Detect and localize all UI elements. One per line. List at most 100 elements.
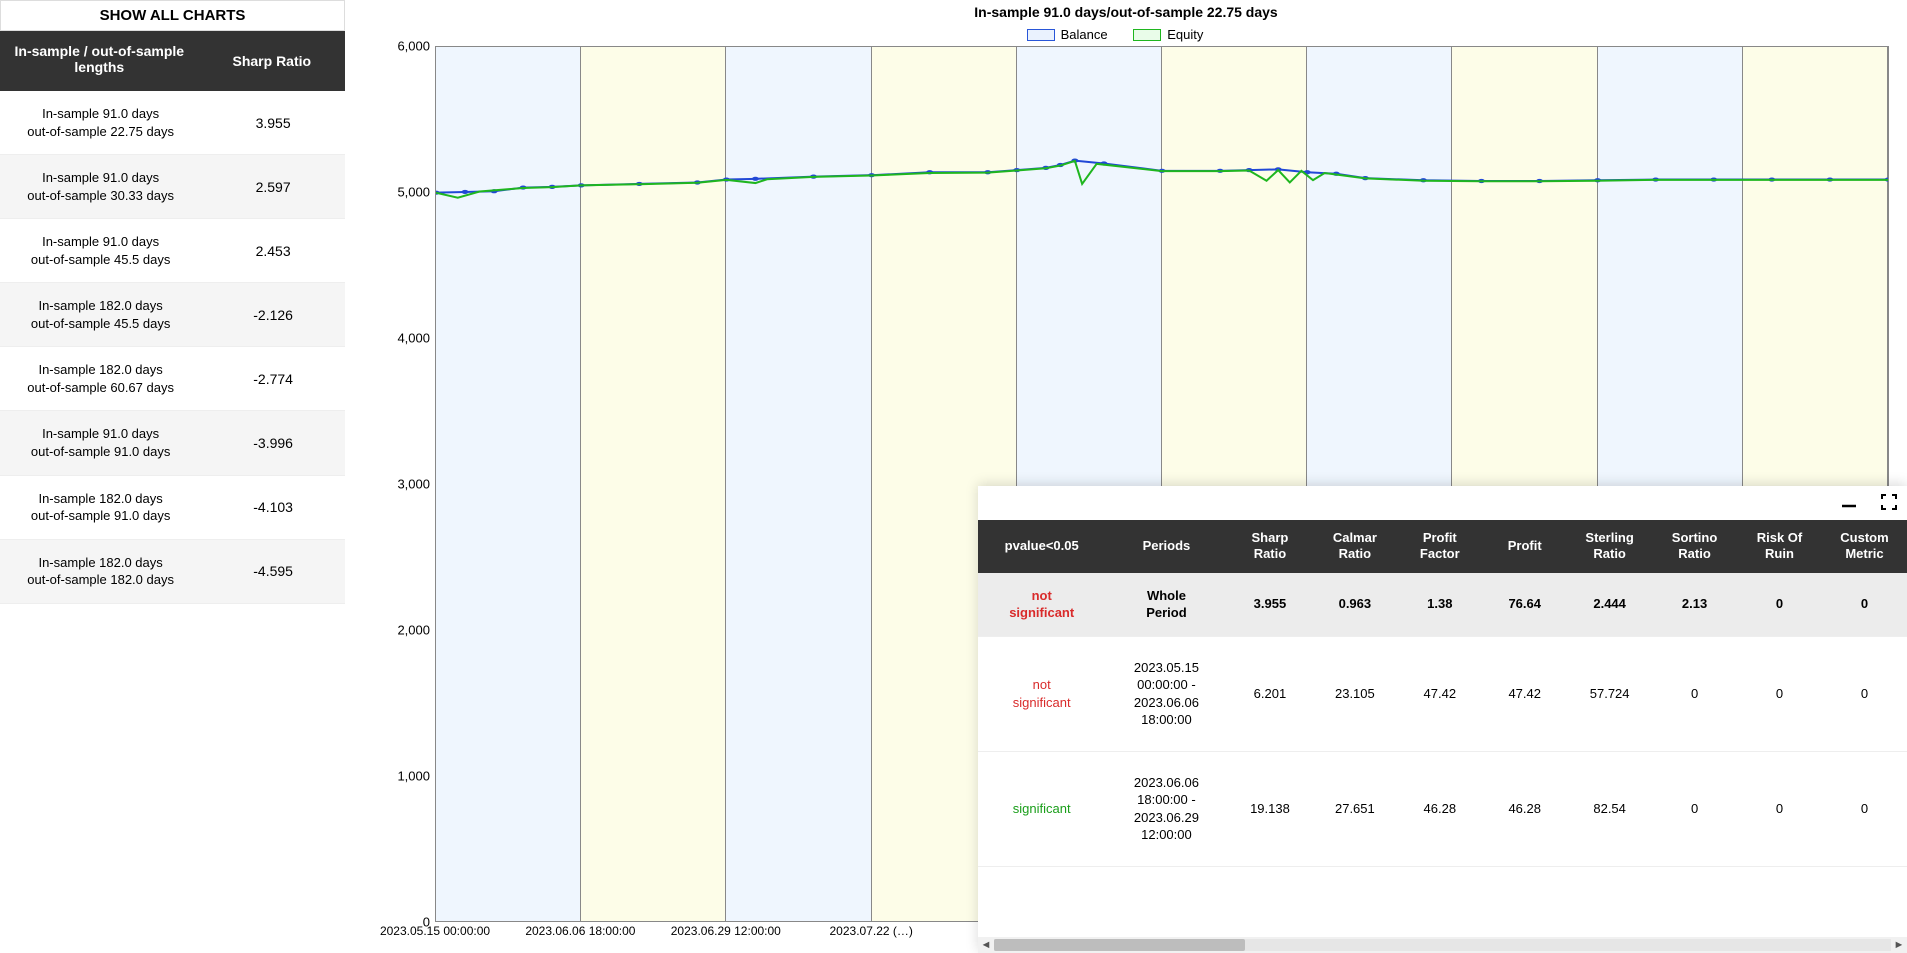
sidebar-row[interactable]: In-sample 182.0 daysout-of-sample 45.5 d… xyxy=(0,283,345,347)
metrics-header-row: pvalue<0.05PeriodsSharp RatioCalmar Rati… xyxy=(978,520,1907,573)
metrics-value: 76.64 xyxy=(1482,573,1567,637)
legend-label-balance: Balance xyxy=(1061,27,1108,42)
minimize-icon[interactable] xyxy=(1839,492,1859,512)
y-tick-label: 3,000 xyxy=(397,477,430,492)
metrics-value: 2.13 xyxy=(1652,573,1737,637)
metrics-header-cell: Periods xyxy=(1105,520,1227,573)
sidebar-row-sharp: 2.597 xyxy=(201,179,345,195)
sidebar-row[interactable]: In-sample 91.0 daysout-of-sample 45.5 da… xyxy=(0,219,345,283)
metrics-row[interactable]: notsignificant2023.05.15 00:00:00 -2023.… xyxy=(978,636,1907,751)
sidebar-row-sharp: -3.996 xyxy=(201,435,345,451)
sidebar-rows: In-sample 91.0 daysout-of-sample 22.75 d… xyxy=(0,91,345,604)
expand-icon[interactable] xyxy=(1879,492,1899,512)
x-tick-label: 2023.05.15 00:00:00 xyxy=(380,924,490,938)
metrics-value: 47.42 xyxy=(1397,636,1482,751)
series-equity xyxy=(436,161,1888,198)
metrics-header-cell: Sortino Ratio xyxy=(1652,520,1737,573)
metrics-pvalue: significant xyxy=(978,751,1105,866)
metrics-header-cell: Profit Factor xyxy=(1397,520,1482,573)
metrics-value: 47.42 xyxy=(1482,636,1567,751)
metrics-row[interactable]: significant2023.06.06 18:00:00 -2023.06.… xyxy=(978,751,1907,866)
metrics-header-cell: Risk Of Ruin xyxy=(1737,520,1822,573)
y-tick-label: 4,000 xyxy=(397,331,430,346)
metrics-value: 0 xyxy=(1737,573,1822,637)
metrics-header-cell: Sharp Ratio xyxy=(1227,520,1312,573)
y-tick-label: 1,000 xyxy=(397,769,430,784)
metrics-value: 0.963 xyxy=(1312,573,1397,637)
metrics-value: 82.54 xyxy=(1567,751,1652,866)
panel-h-scrollbar[interactable]: ◄ ► xyxy=(978,937,1907,953)
metrics-pvalue: notsignificant xyxy=(978,636,1105,751)
metrics-value: 0 xyxy=(1652,751,1737,866)
sidebar-row[interactable]: In-sample 182.0 daysout-of-sample 60.67 … xyxy=(0,347,345,411)
sidebar-header-lengths: In-sample / out-of-sample lengths xyxy=(0,31,199,91)
sidebar-row-label: In-sample 182.0 daysout-of-sample 182.0 … xyxy=(0,554,201,589)
sidebar-row-label: In-sample 91.0 daysout-of-sample 30.33 d… xyxy=(0,169,201,204)
sidebar-row-sharp: 2.453 xyxy=(201,243,345,259)
chart-title: In-sample 91.0 days/out-of-sample 22.75 … xyxy=(345,0,1907,20)
sidebar-row[interactable]: In-sample 182.0 daysout-of-sample 91.0 d… xyxy=(0,476,345,540)
chart-legend: Balance Equity xyxy=(345,20,1907,46)
sidebar-row-label: In-sample 91.0 daysout-of-sample 22.75 d… xyxy=(0,105,201,140)
metrics-value: 2.444 xyxy=(1567,573,1652,637)
metrics-table: pvalue<0.05PeriodsSharp RatioCalmar Rati… xyxy=(978,520,1907,867)
sidebar-row-label: In-sample 182.0 daysout-of-sample 45.5 d… xyxy=(0,297,201,332)
balance-point xyxy=(752,177,759,181)
metrics-header-cell: pvalue<0.05 xyxy=(978,520,1105,573)
metrics-value: 19.138 xyxy=(1227,751,1312,866)
sidebar-row-sharp: -4.103 xyxy=(201,499,345,515)
metrics-value: 23.105 xyxy=(1312,636,1397,751)
scroll-left-icon[interactable]: ◄ xyxy=(978,937,994,953)
sidebar-row-sharp: -4.595 xyxy=(201,563,345,579)
metrics-body: notsignificantWholePeriod3.9550.9631.387… xyxy=(978,573,1907,867)
metrics-period: WholePeriod xyxy=(1105,573,1227,637)
sidebar-row[interactable]: In-sample 91.0 daysout-of-sample 91.0 da… xyxy=(0,411,345,475)
scroll-track[interactable] xyxy=(994,939,1891,951)
sidebar-header: In-sample / out-of-sample lengths Sharp … xyxy=(0,31,345,91)
legend-swatch-equity xyxy=(1133,29,1161,41)
x-tick-label: 2023.06.06 18:00:00 xyxy=(525,924,635,938)
metrics-value: 46.28 xyxy=(1397,751,1482,866)
metrics-row[interactable]: notsignificantWholePeriod3.9550.9631.387… xyxy=(978,573,1907,637)
metrics-value: 57.724 xyxy=(1567,636,1652,751)
metrics-value: 0 xyxy=(1822,636,1907,751)
metrics-header-cell: Sterling Ratio xyxy=(1567,520,1652,573)
balance-point xyxy=(462,190,469,194)
scroll-thumb[interactable] xyxy=(994,939,1245,951)
sidebar-row-label: In-sample 182.0 daysout-of-sample 91.0 d… xyxy=(0,490,201,525)
sidebar-row-label: In-sample 182.0 daysout-of-sample 60.67 … xyxy=(0,361,201,396)
show-all-charts-button[interactable]: SHOW ALL CHARTS xyxy=(0,0,345,31)
metrics-value: 27.651 xyxy=(1312,751,1397,866)
panel-controls xyxy=(1839,492,1899,512)
sidebar-row-label: In-sample 91.0 daysout-of-sample 45.5 da… xyxy=(0,233,201,268)
x-tick-label: 2023.06.29 12:00:00 xyxy=(671,924,781,938)
legend-swatch-balance xyxy=(1027,29,1055,41)
y-tick-label: 2,000 xyxy=(397,623,430,638)
metrics-header-cell: Custom Metric xyxy=(1822,520,1907,573)
metrics-header-cell: Calmar Ratio xyxy=(1312,520,1397,573)
metrics-value: 6.201 xyxy=(1227,636,1312,751)
metrics-period: 2023.06.06 18:00:00 -2023.06.29 12:00:00 xyxy=(1105,751,1227,866)
sidebar-row[interactable]: In-sample 91.0 daysout-of-sample 22.75 d… xyxy=(0,91,345,155)
metrics-value: 3.955 xyxy=(1227,573,1312,637)
y-axis-labels: 6,0005,0004,0003,0002,0001,0000 xyxy=(380,46,430,922)
series-balance xyxy=(436,161,1888,193)
metrics-value: 1.38 xyxy=(1397,573,1482,637)
sidebar-row-label: In-sample 91.0 daysout-of-sample 91.0 da… xyxy=(0,425,201,460)
scroll-right-icon[interactable]: ► xyxy=(1891,937,1907,953)
y-tick-label: 6,000 xyxy=(397,39,430,54)
sidebar-row-sharp: -2.126 xyxy=(201,307,345,323)
metrics-period: 2023.05.15 00:00:00 -2023.06.06 18:00:00 xyxy=(1105,636,1227,751)
metrics-value: 0 xyxy=(1737,636,1822,751)
metrics-pvalue: notsignificant xyxy=(978,573,1105,637)
legend-label-equity: Equity xyxy=(1167,27,1203,42)
y-tick-label: 5,000 xyxy=(397,185,430,200)
sidebar: SHOW ALL CHARTS In-sample / out-of-sampl… xyxy=(0,0,345,604)
sidebar-row[interactable]: In-sample 91.0 daysout-of-sample 30.33 d… xyxy=(0,155,345,219)
metrics-value: 0 xyxy=(1652,636,1737,751)
metrics-panel: pvalue<0.05PeriodsSharp RatioCalmar Rati… xyxy=(978,486,1907,953)
sidebar-header-sharp: Sharp Ratio xyxy=(199,31,345,91)
sidebar-row[interactable]: In-sample 182.0 daysout-of-sample 182.0 … xyxy=(0,540,345,604)
metrics-value: 0 xyxy=(1822,573,1907,637)
sidebar-row-sharp: -2.774 xyxy=(201,371,345,387)
